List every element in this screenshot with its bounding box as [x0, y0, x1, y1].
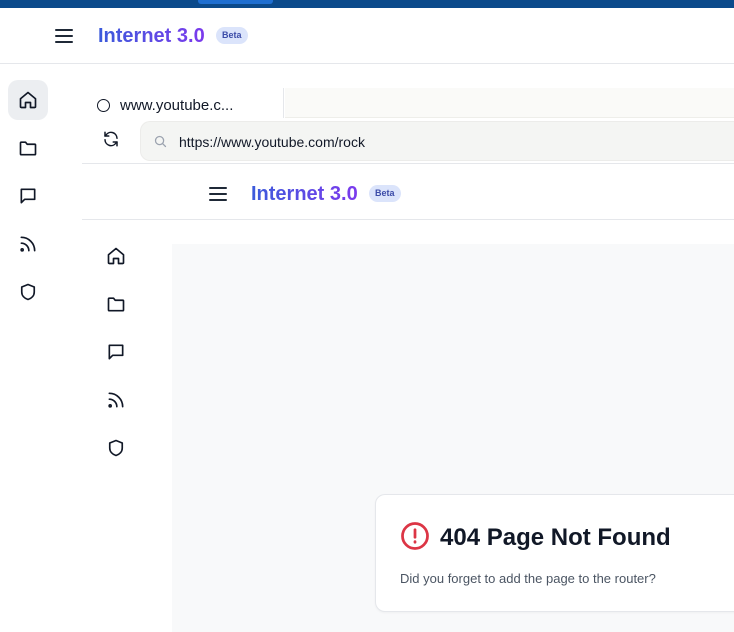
rss-icon: [108, 392, 124, 408]
shield-icon: [108, 439, 124, 457]
sidebar-item-home[interactable]: [8, 80, 48, 120]
app-brand[interactable]: Internet 3.0: [98, 25, 205, 48]
inner-menu-icon[interactable]: [209, 187, 227, 201]
search-icon: [153, 134, 169, 150]
sidebar-item-messages[interactable]: [8, 176, 48, 216]
inner-beta-badge: Beta: [369, 185, 401, 202]
browser-tab-bar: www.youtube.c...: [82, 88, 734, 118]
inner-sidebar-item-security[interactable]: [98, 430, 134, 466]
main-content: 404 Page Not Found Did you forget to add…: [172, 244, 734, 632]
tab-bar-empty-area: [285, 88, 734, 118]
error-card: 404 Page Not Found Did you forget to add…: [375, 494, 734, 612]
inner-app-brand[interactable]: Internet 3.0: [251, 183, 358, 206]
message-icon: [20, 188, 36, 204]
inner-sidebar-item-messages[interactable]: [98, 334, 134, 370]
tab-favicon-icon: [97, 99, 110, 112]
inner-sidebar-item-files[interactable]: [98, 286, 134, 322]
browser-top-strip: [0, 0, 734, 8]
active-tab-indicator: [198, 0, 273, 4]
reload-button[interactable]: [102, 130, 122, 150]
message-icon: [108, 344, 124, 360]
app-header: Internet 3.0 Beta: [0, 8, 734, 64]
home-icon: [19, 91, 37, 109]
refresh-icon: [104, 131, 118, 147]
inner-sidebar-item-feed[interactable]: [98, 382, 134, 418]
folder-icon: [107, 297, 125, 312]
sidebar-item-files[interactable]: [8, 128, 48, 168]
tab-title: www.youtube.c...: [120, 97, 234, 114]
shield-icon: [20, 283, 36, 301]
folder-icon: [19, 141, 37, 156]
browser-tab[interactable]: www.youtube.c...: [82, 88, 284, 118]
url-input[interactable]: [177, 131, 717, 153]
sidebar: [0, 64, 56, 632]
embedded-page: Internet 3.0 Beta 404 Page Not Found Did…: [82, 163, 734, 632]
home-icon: [107, 247, 125, 265]
menu-icon[interactable]: [55, 29, 73, 43]
address-bar: [140, 121, 734, 161]
rss-icon: [20, 236, 36, 252]
error-title: 404 Page Not Found: [440, 524, 671, 551]
sidebar-item-feed[interactable]: [8, 224, 48, 264]
error-message: Did you forget to add the page to the ro…: [400, 571, 656, 586]
alert-circle-icon: [400, 521, 430, 551]
inner-app-header: Internet 3.0 Beta: [82, 163, 734, 220]
beta-badge: Beta: [216, 27, 248, 44]
inner-sidebar-item-home[interactable]: [98, 238, 134, 274]
sidebar-item-security[interactable]: [8, 272, 48, 312]
